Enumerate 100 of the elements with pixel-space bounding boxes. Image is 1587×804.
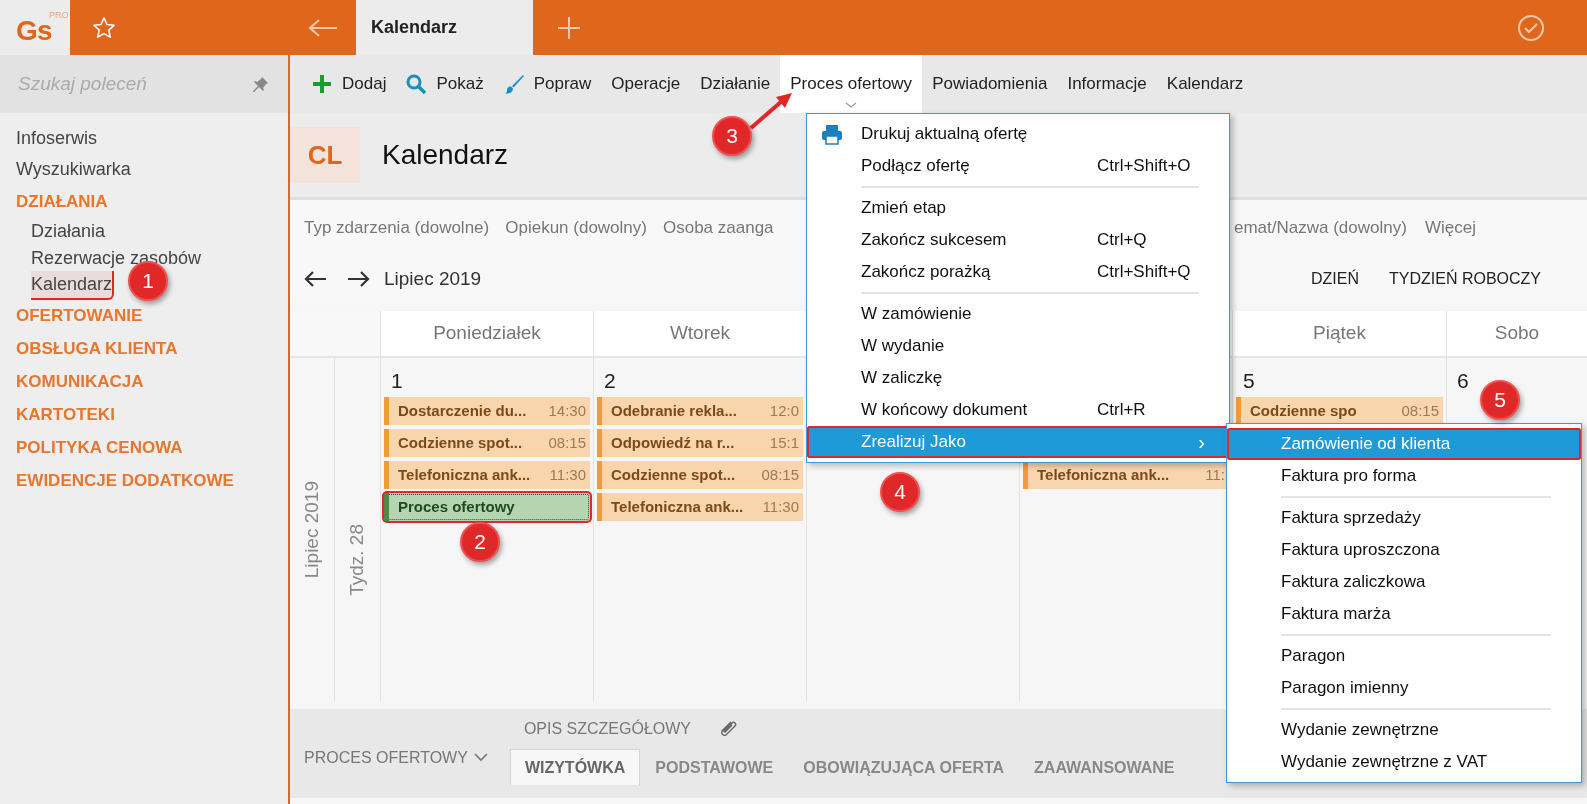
event-title: Codzienne spo [1250, 400, 1357, 421]
toolbar-button[interactable]: Informacje [1057, 55, 1157, 113]
menu-item[interactable]: Paragon imienny [1227, 672, 1581, 704]
event-item[interactable]: Telefoniczna ank... 11:30 [597, 493, 803, 521]
sidebar-item[interactable]: Kalendarz [31, 271, 115, 300]
menu-shortcut: Ctrl+R [1097, 399, 1146, 422]
menu-item[interactable]: Drukuj aktualną ofertę [807, 118, 1229, 150]
event-item[interactable]: Proces ofertowy [384, 493, 590, 521]
menu-item[interactable]: Faktura uproszczona [1227, 534, 1581, 566]
menu-shortcut: Ctrl+Shift+Q [1097, 261, 1191, 284]
event-title: Proces ofertowy [398, 496, 515, 517]
weekday-header: Poniedziałek [433, 321, 541, 346]
menu-item[interactable]: Zakończ sukcesem Ctrl+Q [807, 224, 1229, 256]
menu-item[interactable]: Paragon [1227, 640, 1581, 672]
day-number: 1 [391, 367, 403, 394]
search-icon [406, 74, 427, 94]
chevron-down-icon [473, 753, 488, 762]
menu-item[interactable]: W zamówienie [807, 298, 1229, 330]
menu-item[interactable]: Wydanie zewnętrzne z VAT [1227, 746, 1581, 778]
filter-dropdown[interactable]: Typ zdarzenia (dowolne) [304, 214, 490, 241]
event-time: 08:15 [761, 464, 799, 485]
menu-item[interactable]: Faktura marża [1227, 598, 1581, 630]
event-time: 15:1 [769, 432, 799, 453]
event-title: Telefoniczna ank... [398, 464, 531, 485]
event-title: Codzienne spot... [611, 464, 736, 485]
event-item[interactable]: Odebranie rekla... 12:0 [597, 397, 803, 425]
event-title: Telefoniczna ank... [1037, 464, 1170, 485]
event-item[interactable]: Codzienne spot... 08:15 [384, 429, 590, 457]
arrow-left-icon[interactable] [304, 270, 328, 288]
filter-dropdown[interactable]: Więcej [1424, 214, 1476, 241]
toolbar-button[interactable]: Pokaż [396, 55, 494, 113]
event-item[interactable]: Telefoniczna ank... 11:30 [384, 461, 590, 489]
toolbar-button[interactable]: Proces ofertowy [780, 55, 923, 113]
event-item[interactable]: Odpowiedź na r... 15:1 [597, 429, 803, 457]
menu-item[interactable]: W końcowy dokument Ctrl+R [807, 394, 1229, 426]
star-icon[interactable] [92, 15, 116, 40]
event-time: 08:15 [548, 432, 586, 453]
module-badge: CL [290, 127, 360, 183]
logo-label: PRO [49, 9, 69, 21]
weekday-header: Piątek [1313, 321, 1366, 346]
toolbar-button[interactable]: Operacje [601, 55, 691, 113]
menu-shortcut: Ctrl+Q [1097, 229, 1147, 252]
page-title: Kalendarz [382, 138, 509, 172]
toolbar-button[interactable]: Kalendarz [1156, 55, 1254, 113]
toolbar-button[interactable]: Dodaj [302, 55, 397, 113]
day-number: 2 [604, 367, 616, 394]
day-number: 6 [1457, 367, 1469, 394]
day-number: 5 [1243, 367, 1255, 394]
event-time: 12:0 [769, 400, 799, 421]
view-button[interactable]: TYDZIEŃ ROBOCZY [1389, 267, 1541, 291]
menu-item[interactable]: Zakończ porażką Ctrl+Shift+Q [807, 256, 1229, 288]
event-time: 11:30 [549, 464, 586, 485]
annotation-arrow [748, 92, 794, 132]
toolbar-button[interactable]: Działanie [690, 55, 781, 113]
sidebar-item[interactable]: Działania [31, 218, 106, 245]
weekday-header: Wtorek [669, 321, 731, 346]
sidebar-item[interactable]: Wyszukiwarka [16, 156, 131, 183]
plus-icon [312, 74, 332, 94]
section-dropdown[interactable]: PROCES OFERTOWY [304, 745, 488, 770]
toolbar-button[interactable]: Popraw [493, 55, 602, 113]
filter-dropdown[interactable]: emat/Nazwa (dowolny) [1234, 214, 1407, 241]
event-title: Odpowiedź na r... [611, 432, 735, 453]
detail-link[interactable]: OPIS SZCZEGÓŁOWY [523, 717, 691, 741]
submenu-arrow: › [1198, 430, 1205, 455]
back-arrow-icon[interactable] [307, 17, 339, 38]
month-label: Lipiec 2019 [299, 480, 323, 579]
search-field[interactable]: Szukaj poleceń [0, 55, 288, 113]
week-label: Tydz. 28 [345, 523, 369, 596]
pin-icon[interactable] [252, 75, 270, 93]
plus-icon[interactable] [557, 15, 581, 40]
event-time: 11: [1205, 464, 1225, 485]
event-time: 11:30 [762, 496, 799, 517]
menu-item[interactable]: W wydanie [807, 330, 1229, 362]
event-item[interactable]: Dostarczenie du... 14:30 [384, 397, 590, 425]
menu-shortcut: Ctrl+Shift+O [1097, 155, 1191, 178]
filter-dropdown[interactable]: Opiekun (dowolny) [505, 214, 647, 241]
menu-item[interactable]: Podłącz ofertę Ctrl+Shift+O [807, 150, 1229, 182]
menu-item[interactable]: Faktura sprzedaży [1227, 502, 1581, 534]
arrow-right-icon[interactable] [346, 270, 370, 288]
menu-item[interactable]: Zmień etap [807, 192, 1229, 224]
menu-item[interactable]: Faktura pro forma [1227, 460, 1581, 492]
event-title: Telefoniczna ank... [611, 496, 744, 517]
event-item[interactable]: Telefoniczna ank... 11: [1023, 461, 1229, 489]
document-tab[interactable]: Kalendarz [356, 0, 533, 55]
event-item[interactable]: Codzienne spo 08:15 [1236, 397, 1443, 425]
event-title: Codzienne spot... [398, 432, 523, 453]
menu-item[interactable]: Faktura zaliczkowa [1227, 566, 1581, 598]
menu-item[interactable]: Wydanie zewnętrzne [1227, 714, 1581, 746]
check-circle-icon[interactable] [1517, 13, 1545, 42]
filter-dropdown[interactable]: Osoba zaanga [662, 214, 774, 241]
sidebar-item[interactable]: Infoserwis [16, 125, 98, 152]
view-button[interactable]: DZIEŃ [1311, 267, 1359, 291]
brush-icon [503, 74, 524, 94]
event-item[interactable]: Codzienne spot... 08:15 [597, 461, 803, 489]
event-time: 14:30 [548, 400, 586, 421]
event-title: Odebranie rekla... [611, 400, 737, 421]
chevron-down-icon [845, 102, 858, 109]
menu-item[interactable]: W zaliczkę [807, 362, 1229, 394]
toolbar-button[interactable]: Powiadomienia [922, 55, 1058, 113]
panel-tab[interactable]: WIZYTÓWKA [509, 749, 641, 785]
